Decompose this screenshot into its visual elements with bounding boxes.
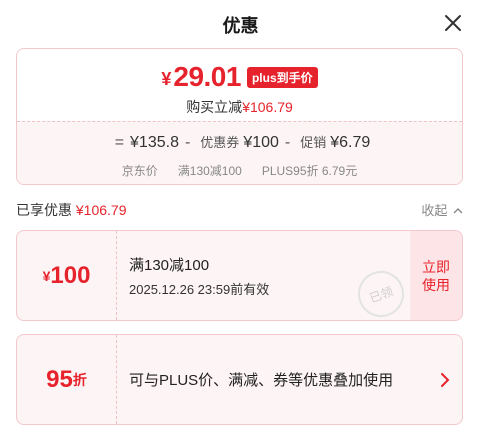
enjoyed-amount: ¥106.79 — [75, 202, 127, 218]
price-summary-top: ¥ 29.01 plus到手价 购买立减¥106.79 — [17, 49, 462, 121]
price-summary-card: ¥ 29.01 plus到手价 购买立减¥106.79 = ¥135.8 - 优… — [16, 48, 463, 185]
minus-sign: - — [284, 134, 291, 151]
equals-sign: = — [114, 134, 125, 151]
discount-value: 95 折 — [17, 335, 117, 424]
use-now-button[interactable]: 立即使用 — [410, 231, 462, 320]
savings-label: 购买立减 — [186, 99, 243, 115]
promo-caption: PLUS95折 6.79元 — [261, 164, 358, 178]
minus-sign: - — [184, 134, 191, 151]
coupon-card: ¥ 100 满130减100 2025.12.26 23:59前有效 已领 立即… — [16, 230, 463, 321]
coupon-amount: ¥100 — [243, 134, 279, 151]
formula-captions: 京东价 满130减100 PLUS95折 6.79元 — [17, 162, 462, 179]
discount-description: 可与PLUS价、满减、券等优惠叠加使用 — [129, 372, 394, 389]
chevron-up-icon — [453, 208, 463, 214]
enjoyed-label: 已享优惠 — [16, 202, 72, 218]
dialog-title: 优惠 — [222, 16, 259, 36]
final-price-row: ¥ 29.01 plus到手价 — [17, 61, 462, 93]
promo-amount: ¥6.79 — [330, 134, 371, 151]
final-price: 29.01 — [173, 61, 241, 92]
jd-price-value: ¥135.8 — [130, 134, 179, 151]
coupon-amount-value: 100 — [50, 261, 91, 289]
plus-discount-card[interactable]: 95 折 可与PLUS价、满减、券等优惠叠加使用 — [16, 334, 463, 425]
coupon-value: ¥ 100 — [17, 231, 117, 320]
discount-unit: 折 — [72, 371, 87, 388]
coupon-label: 优惠券 — [200, 135, 240, 150]
promo-label: 促销 — [300, 135, 327, 150]
discount-details: 可与PLUS价、满减、券等优惠叠加使用 — [129, 335, 407, 424]
currency-symbol: ¥ — [161, 68, 172, 89]
plus-price-badge: plus到手价 — [246, 66, 318, 88]
dialog-header: 优惠 — [0, 0, 481, 48]
jd-price-caption: 京东价 — [121, 164, 158, 178]
price-formula: = ¥135.8 - 优惠券 ¥100 - 促销 ¥6.79 — [17, 132, 462, 152]
use-now-label: 立即使用 — [422, 258, 450, 293]
coupon-currency: ¥ — [42, 267, 51, 284]
savings-row: 购买立减¥106.79 — [17, 97, 462, 117]
savings-amount: ¥106.79 — [242, 99, 293, 115]
collapse-button[interactable]: 收起 — [421, 200, 463, 219]
discount-rate: 95 — [46, 365, 73, 393]
close-icon[interactable] — [442, 12, 464, 34]
coupon-caption: 满130减100 — [177, 164, 242, 178]
chevron-right-icon[interactable] — [438, 371, 452, 389]
collapse-label: 收起 — [421, 203, 448, 218]
enjoyed-discount: 已享优惠 ¥106.79 — [16, 200, 127, 220]
coupon-title: 满130减100 — [129, 256, 210, 274]
price-breakdown: = ¥135.8 - 优惠券 ¥100 - 促销 ¥6.79 京东价 满130减… — [17, 121, 462, 184]
